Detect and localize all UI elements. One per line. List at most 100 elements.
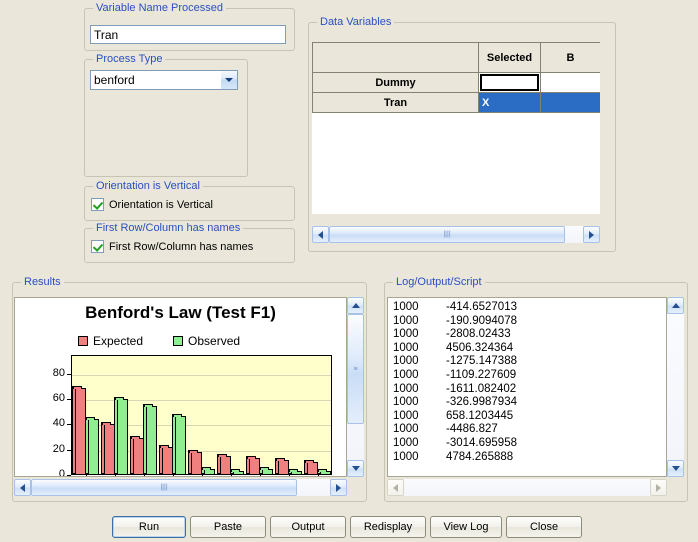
- view-log-button[interactable]: View Log: [430, 516, 502, 538]
- log-row[interactable]: 1000 658.1203445: [388, 410, 666, 424]
- results-hscroll-track[interactable]: ||||: [31, 479, 330, 496]
- first-row-checkbox-row[interactable]: First Row/Column has names: [91, 240, 253, 253]
- log-row[interactable]: 1000 -326.9987934: [388, 396, 666, 410]
- up-arrow-icon[interactable]: [347, 297, 364, 314]
- close-button[interactable]: Close: [506, 516, 582, 538]
- log-row-value: 4506.324364: [446, 341, 514, 354]
- data-variables-caption: Data Variables: [317, 16, 395, 28]
- chart-ytick-mark: [67, 373, 71, 375]
- run-button[interactable]: Run: [112, 516, 186, 538]
- data-variables-grid[interactable]: Selected B Dummy Tran X: [312, 42, 600, 214]
- grid-cell-dummy-selected[interactable]: [478, 72, 541, 93]
- chart-bar-side: [172, 413, 175, 474]
- grid-hscrollbar[interactable]: ||||: [312, 226, 600, 243]
- log-caption: Log/Output/Script: [393, 276, 485, 288]
- grid-empty-area[interactable]: [478, 132, 600, 214]
- results-hscrollbar[interactable]: ||||: [14, 479, 347, 496]
- chart-bar-top: [115, 396, 124, 400]
- log-row[interactable]: 1000 -414.6527013: [388, 301, 666, 315]
- right-arrow-icon[interactable]: [583, 226, 600, 243]
- paste-button[interactable]: Paste: [190, 516, 266, 538]
- chart-bar-top: [276, 457, 285, 461]
- grid-rowheader-dummy[interactable]: Dummy: [312, 72, 479, 93]
- checkmark-icon[interactable]: [91, 240, 104, 253]
- table-row[interactable]: Dummy: [312, 72, 600, 93]
- log-row[interactable]: 1000 -4486.827: [388, 423, 666, 437]
- results-vscroll-thumb[interactable]: ≡: [347, 314, 364, 424]
- chart-xtick-mark: [85, 475, 87, 476]
- log-row-value: -4486.827: [446, 423, 498, 436]
- checkmark-icon[interactable]: [91, 198, 104, 211]
- log-row[interactable]: 1000 -1275.147388: [388, 355, 666, 369]
- log-row-value: -2808.02433: [446, 328, 511, 341]
- log-row[interactable]: 1000 4506.324364: [388, 342, 666, 356]
- log-vscrollbar[interactable]: [667, 297, 684, 477]
- variable-name-input[interactable]: [90, 25, 286, 44]
- results-vscroll-track[interactable]: ≡: [347, 314, 364, 460]
- right-arrow-icon[interactable]: [330, 479, 347, 496]
- log-row[interactable]: 1000 -190.9094078: [388, 315, 666, 329]
- grid-hscroll-thumb[interactable]: ||||: [329, 226, 565, 243]
- grid-hscroll-track[interactable]: ||||: [329, 226, 583, 243]
- table-row[interactable]: Tran X: [312, 92, 600, 113]
- chevron-down-icon[interactable]: [220, 71, 237, 89]
- grid-cell-tran-selected[interactable]: X: [478, 92, 541, 113]
- down-arrow-icon[interactable]: [667, 460, 684, 477]
- chart-ytick-label: 20: [52, 442, 65, 455]
- up-arrow-icon[interactable]: [667, 297, 684, 314]
- process-type-combobox[interactable]: benford: [90, 70, 238, 90]
- redisplay-button[interactable]: Redisplay: [350, 516, 426, 538]
- chart-xtick-mark: [172, 475, 174, 476]
- down-arrow-icon[interactable]: [347, 460, 364, 477]
- log-row[interactable]: 1000 -1109.227609: [388, 369, 666, 383]
- log-row-count: 1000: [393, 301, 419, 313]
- first-row-caption: First Row/Column has names: [93, 222, 244, 234]
- right-arrow-icon[interactable]: [650, 479, 667, 496]
- log-hscroll-track[interactable]: [404, 479, 650, 496]
- legend-label-expected: Expected: [93, 334, 144, 348]
- left-arrow-icon[interactable]: [14, 479, 31, 496]
- left-arrow-icon[interactable]: [312, 226, 329, 243]
- results-hscroll-thumb[interactable]: ||||: [31, 479, 297, 496]
- chart-canvas: Benford's Law (Test F1) Expected Observe…: [14, 297, 347, 477]
- log-vscroll-track[interactable]: [667, 314, 684, 460]
- grid-cell-dummy-b[interactable]: [540, 72, 600, 93]
- output-button[interactable]: Output: [270, 516, 346, 538]
- left-arrow-icon[interactable]: [387, 479, 404, 496]
- log-hscrollbar[interactable]: [387, 479, 667, 496]
- grid-col-selected[interactable]: Selected: [478, 42, 541, 73]
- grid-rowheader-tran[interactable]: Tran: [312, 92, 479, 113]
- grid-cell-tran-b[interactable]: [540, 92, 600, 113]
- log-row[interactable]: 1000 -3014.695958: [388, 437, 666, 451]
- log-row-value: -1109.227609: [446, 368, 517, 381]
- log-row[interactable]: 1000 4784.265888: [388, 451, 666, 465]
- legend-swatch-icon: [173, 336, 184, 346]
- chart-legend: Expected Observed: [78, 334, 240, 348]
- log-row-value: 4784.265888: [446, 450, 514, 463]
- grid-col-b[interactable]: B: [540, 42, 600, 73]
- results-caption: Results: [21, 276, 64, 288]
- chart-bar-observed: [230, 468, 244, 475]
- log-row[interactable]: 1000 -1611.082402: [388, 383, 666, 397]
- log-row-value: -1611.082402: [446, 382, 517, 395]
- first-row-checkbox-label: First Row/Column has names: [109, 240, 254, 253]
- process-type-caption: Process Type: [93, 53, 166, 65]
- chart-bar-side: [159, 444, 162, 474]
- log-row[interactable]: 1000 -2808.02433: [388, 328, 666, 342]
- chart-bar-top: [86, 417, 95, 421]
- chart-bar-top: [73, 385, 82, 389]
- chart-bar-top: [173, 413, 182, 417]
- chart-ytick-mark: [67, 424, 71, 426]
- log-list[interactable]: 1000 -414.6527013 1000 -190.9094078 1000 -280…: [387, 297, 667, 477]
- grid-header-row: Selected B: [312, 42, 600, 73]
- chart-bar-top: [218, 454, 227, 458]
- results-vscrollbar[interactable]: ≡: [347, 297, 364, 477]
- orientation-checkbox-row[interactable]: Orientation is Vertical: [91, 198, 213, 211]
- grid-col-blank[interactable]: [312, 42, 479, 73]
- chart-bar-side: [143, 403, 146, 474]
- log-row-count: 1000: [393, 314, 419, 327]
- chart-ytick-label: 40: [52, 417, 65, 430]
- chart-ytick-label: 0: [58, 468, 65, 477]
- chart-bar-top: [202, 467, 211, 471]
- chart-ytick-mark: [67, 475, 71, 476]
